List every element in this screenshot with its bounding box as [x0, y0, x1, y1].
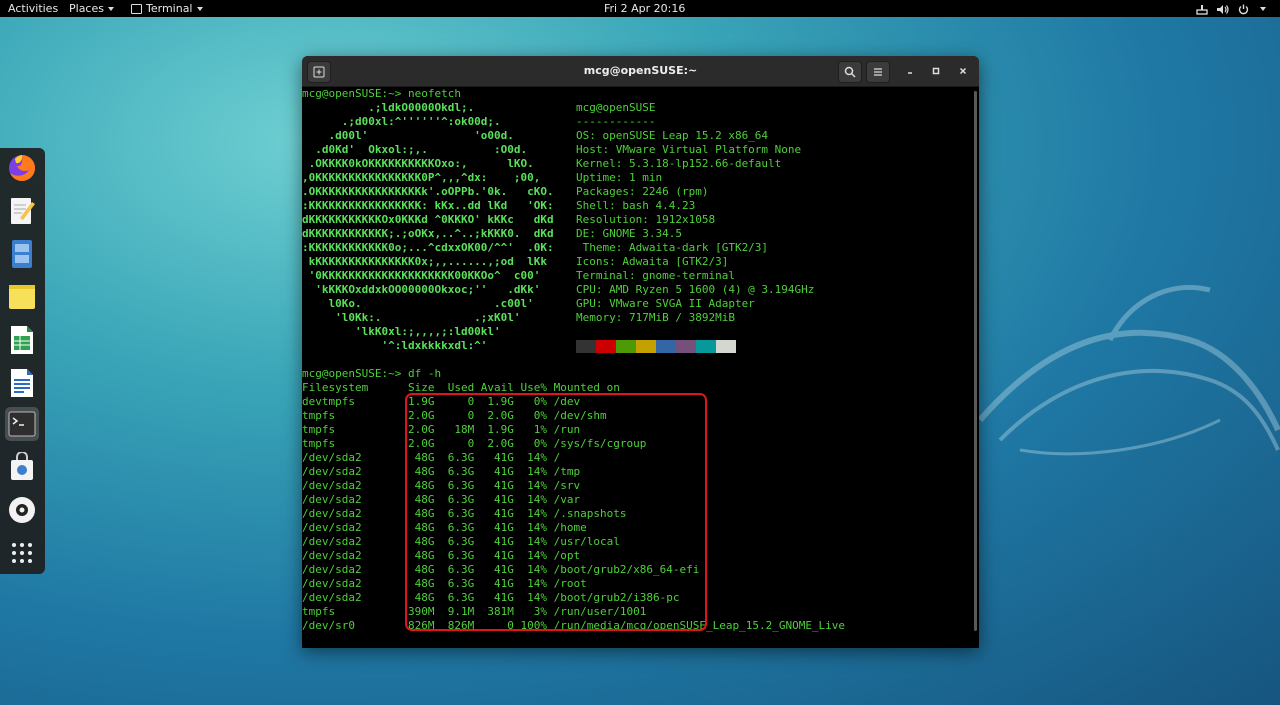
palette-swatch [656, 340, 676, 353]
dock-disks[interactable] [5, 493, 39, 527]
logo-line: l0Ko. .c00l' [302, 297, 534, 310]
info-line: OS: openSUSE Leap 15.2 x86_64 [576, 129, 769, 142]
search-icon [844, 66, 856, 78]
logo-line: '^:ldxkkkkxdl:^' [302, 339, 488, 352]
scrollbar[interactable] [974, 91, 977, 631]
logo-line: .d00l' 'o00d. [302, 129, 514, 142]
info-line: GPU: VMware SVGA II Adapter [576, 297, 755, 310]
dock-spreadsheet[interactable] [5, 323, 39, 357]
dock-software[interactable] [5, 450, 39, 484]
dock-text-editor[interactable] [5, 194, 39, 228]
logo-line: 'kKKKOxddxkOO00000Okxoc;'' .dKk' [302, 283, 541, 296]
info-line: DE: GNOME 3.34.5 [576, 227, 682, 240]
system-info: mcg@openSUSE ------------ OS: openSUSE Lea… [576, 101, 814, 325]
info-line: Terminal: gnome-terminal [576, 269, 735, 282]
minimize-icon [908, 72, 912, 74]
terminal-window[interactable]: mcg@openSUSE:~ mcg@openSUSE:~> neofetch … [302, 56, 979, 648]
text-editor-icon [11, 198, 35, 224]
document-icon [11, 369, 33, 397]
wallpaper-decoration [977, 284, 1280, 456]
info-line: ------------ [576, 115, 656, 128]
info-line: Icons: Adwaita [GTK2/3] [576, 255, 729, 268]
power-icon[interactable] [1238, 3, 1249, 20]
logo-line: dKKKKKKKKKKKK;.;oOKx,..^..;kKKK0. dKd [302, 227, 554, 240]
palette-swatch [636, 340, 656, 353]
dock-terminal[interactable] [5, 407, 39, 441]
palette-swatch [576, 340, 596, 353]
logo-line: ,0KKKKKKKKKKKKKKKK0P^,,,^dx: ;00, [302, 171, 541, 184]
hamburger-menu-icon [874, 68, 882, 76]
logo-line: :KKKKKKKKKKKK0o;...^cdxxOK00/^^' .0K: [302, 241, 554, 254]
logo-line: 'lkK0xl:;,,,,;:ld00kl' [302, 325, 501, 338]
info-line: CPU: AMD Ryzen 5 1600 (4) @ 3.194GHz [576, 283, 815, 296]
info-line: Host: VMware Virtual Platform None [576, 143, 802, 156]
palette-swatch [676, 340, 696, 353]
chevron-down-icon [196, 7, 203, 11]
app-menu-label: Terminal [146, 2, 193, 15]
logo-line: dKKKKKKKKKKKOx0KKKd ^0KKKO' kKKc dKd [302, 213, 554, 226]
logo-line: .d0Kd' Okxol:;,. :O0d. [302, 143, 528, 156]
places-menu[interactable]: Places [69, 0, 114, 17]
logo-line: .;ldkO0000Okdl;. [302, 101, 475, 114]
dock-writer[interactable] [5, 366, 39, 400]
disc-icon [9, 497, 35, 523]
terminal-icon [8, 411, 36, 437]
logo-line: .;d00xl:^''''''^:ok00d;. [302, 115, 501, 128]
highlight-box [405, 393, 707, 631]
minimize-button[interactable] [899, 61, 921, 81]
info-line: Kernel: 5.3.18-lp152.66-default [576, 157, 782, 170]
palette-swatch [716, 340, 736, 353]
network-icon[interactable] [1196, 3, 1208, 20]
info-line: mcg@openSUSE [576, 101, 656, 114]
info-line: Shell: bash 4.4.23 [576, 199, 696, 212]
logo-line: .OKKKKKKKKKKKKKKKKk'.oOPPb.'0k. cKO. [302, 185, 554, 198]
clock[interactable]: Fri 2 Apr 20:16 [604, 0, 685, 17]
logo-line: 'l0Kk:. .;xK0l' [302, 311, 521, 324]
palette-swatch [596, 340, 616, 353]
neofetch-prompt: mcg@openSUSE:~> neofetch [302, 87, 461, 100]
system-menu-chevron-icon[interactable] [1260, 7, 1266, 11]
logo-line: kKKKKKKKKKKKKKKK0x;,,......,;od lKk [302, 255, 548, 268]
df-prompt: mcg@openSUSE:~> df -h [302, 367, 442, 380]
info-line: Packages: 2246 (rpm) [576, 185, 709, 198]
maximize-button[interactable] [925, 61, 947, 81]
dock-firefox[interactable] [5, 151, 39, 185]
notes-icon [9, 285, 35, 309]
dock [0, 148, 45, 574]
palette-swatch [616, 340, 636, 353]
dock-app-grid[interactable] [5, 536, 39, 570]
chevron-down-icon [107, 7, 114, 11]
volume-icon[interactable] [1216, 3, 1230, 20]
dock-files[interactable] [5, 237, 39, 271]
spreadsheet-icon [11, 326, 33, 354]
app-menu[interactable]: Terminal [131, 0, 203, 17]
terminal-output[interactable]: mcg@openSUSE:~> neofetch .;ldkO0000Okdl;… [302, 87, 970, 648]
firefox-icon [9, 155, 35, 181]
software-store-icon [11, 452, 33, 480]
logo-line: '0KKKKKKKKKKKKKKKKKKKK00KKOo^ c00' [302, 269, 541, 282]
menu-button[interactable] [866, 61, 890, 83]
info-line: Theme: Adwaita-dark [GTK2/3] [576, 241, 769, 254]
app-grid-icon [12, 543, 32, 563]
search-button[interactable] [838, 61, 862, 83]
info-line: Uptime: 1 min [576, 171, 663, 184]
palette-swatch [696, 340, 716, 353]
terminal-icon [131, 4, 142, 14]
dock-notes[interactable] [5, 280, 39, 314]
color-palette [576, 340, 736, 353]
logo-line: :KKKKKKKKKKKKKKKKK: kKx..dd lKd 'OK: [302, 199, 554, 212]
close-button[interactable] [952, 61, 974, 81]
activities-button[interactable]: Activities [8, 0, 58, 17]
files-icon [12, 240, 32, 268]
places-label: Places [69, 2, 104, 15]
opensuse-ascii-logo: .;ldkO0000Okdl;. .;d00xl:^''''''^:ok00d;… [302, 101, 554, 353]
info-line: Resolution: 1912x1058 [576, 213, 716, 226]
top-bar: Activities Places Terminal Fri 2 Apr 20:… [0, 0, 1280, 17]
logo-line: .OKKKK0kOKKKKKKKKKKOxo:, lKO. [302, 157, 534, 170]
window-titlebar[interactable]: mcg@openSUSE:~ [302, 56, 979, 87]
maximize-icon [932, 67, 940, 75]
info-line: Memory: 717MiB / 3892MiB [576, 311, 735, 324]
close-icon [959, 67, 967, 75]
